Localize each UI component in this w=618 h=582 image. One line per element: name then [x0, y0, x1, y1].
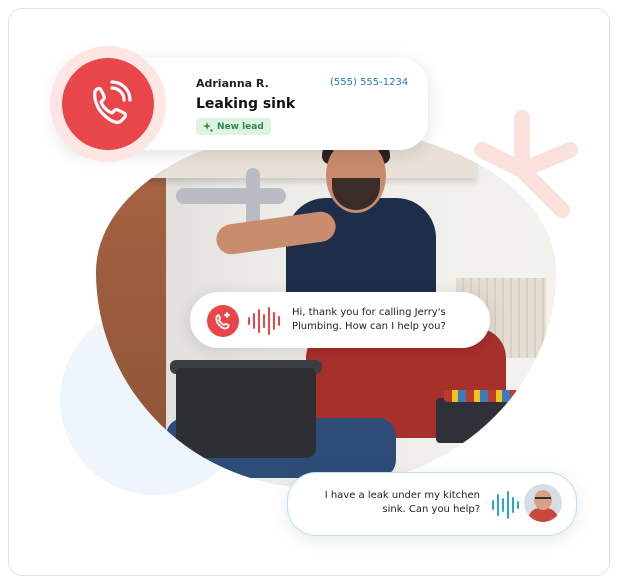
- new-lead-label: New lead: [217, 121, 264, 132]
- sparkle-icon: [203, 121, 213, 132]
- audio-wave-icon: [248, 306, 280, 336]
- caller-avatar: [524, 484, 562, 522]
- phone-ringing-icon[interactable]: [62, 58, 154, 150]
- audio-wave-icon: [492, 490, 519, 520]
- lead-title: Leaking sink: [196, 96, 296, 112]
- ai-phone-icon: [207, 305, 239, 337]
- caller-message-text: I have a leak under my kitchen sink. Can…: [324, 490, 480, 515]
- lead-phone-link[interactable]: (555) 555-1234: [330, 77, 408, 88]
- assistant-message-text: Hi, thank you for calling Jerry's Plumbi…: [292, 307, 446, 332]
- new-lead-badge: New lead: [196, 118, 271, 135]
- lead-name: Adrianna R.: [196, 77, 269, 90]
